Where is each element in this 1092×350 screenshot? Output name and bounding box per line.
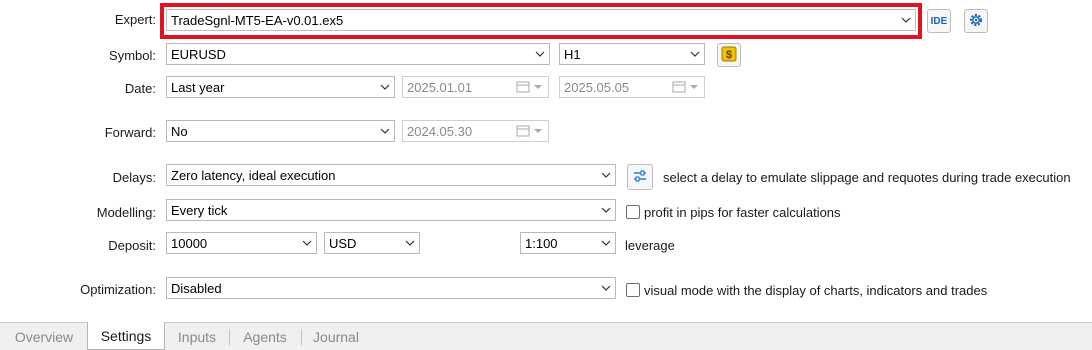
expert-label: Expert:: [114, 12, 156, 27]
delays-label: Delays:: [112, 170, 156, 185]
chevron-down-icon: [376, 121, 394, 141]
leverage-label: leverage: [625, 238, 675, 253]
tab-divider: [229, 329, 230, 345]
tab-journal-label: Journal: [313, 328, 359, 345]
chevron-down-icon: [686, 44, 704, 64]
chevron-down-icon: [597, 165, 615, 185]
date-label: Date:: [124, 81, 156, 96]
leverage-value: 1:100: [525, 235, 558, 251]
optimization-value: Disabled: [171, 280, 222, 296]
date-range-select[interactable]: Last year: [166, 76, 395, 98]
date-to-field[interactable]: 2025.05.05: [559, 76, 705, 98]
date-from-value: 2025.01.01: [407, 79, 473, 95]
chevron-down-icon: [897, 10, 915, 30]
forward-date-value: 2024.05.30: [407, 123, 473, 139]
calendar-icon: [670, 77, 704, 97]
modelling-select[interactable]: Every tick: [166, 199, 616, 221]
forward-select[interactable]: No: [166, 120, 395, 142]
deposit-select[interactable]: 10000: [166, 232, 317, 254]
tab-overview-label: Overview: [14, 328, 74, 345]
bottom-tab-bar: Overview Settings Inputs Agents Journal: [0, 322, 1092, 350]
currency-value: USD: [329, 235, 357, 251]
visual-mode-label: visual mode with the display of charts, …: [644, 283, 988, 298]
modelling-label: Modelling:: [96, 205, 156, 220]
delays-hint: select a delay to emulate slippage and r…: [663, 170, 1071, 185]
forward-date-field[interactable]: 2024.05.30: [402, 120, 549, 142]
delays-value: Zero latency, ideal execution: [171, 167, 336, 183]
calendar-icon: [514, 77, 548, 97]
symbol-label: Symbol:: [109, 48, 156, 63]
calendar-icon: [514, 121, 548, 141]
delay-settings-button[interactable]: [627, 164, 653, 190]
chevron-down-icon: [597, 200, 615, 220]
leverage-select[interactable]: 1:100: [520, 232, 616, 254]
chevron-down-icon: [531, 44, 549, 64]
currency-select[interactable]: USD: [324, 232, 420, 254]
chevron-down-icon: [597, 233, 615, 253]
date-from-field[interactable]: 2025.01.01: [402, 76, 549, 98]
deposit-value: 10000: [171, 235, 208, 251]
tab-agents[interactable]: Agents: [231, 323, 299, 350]
forward-value: No: [171, 123, 188, 139]
tab-divider: [301, 329, 302, 345]
profit-in-pips-checkbox[interactable]: [626, 205, 640, 219]
dollar-coin-icon: $: [721, 46, 737, 65]
expert-select-value: TradeSgnl-MT5-EA-v0.01.ex5: [171, 12, 344, 28]
date-to-value: 2025.05.05: [564, 79, 630, 95]
gear-icon: [968, 12, 984, 31]
tab-settings[interactable]: Settings: [87, 322, 165, 350]
profit-in-pips-label: profit in pips for faster calculations: [644, 205, 841, 220]
deposit-label: Deposit:: [108, 238, 156, 253]
svg-text:$: $: [726, 49, 732, 61]
date-range-value: Last year: [171, 79, 225, 95]
chevron-down-icon: [401, 233, 419, 253]
chevron-down-icon: [376, 77, 394, 97]
settings-gear-button[interactable]: [964, 9, 988, 33]
tab-inputs[interactable]: Inputs: [166, 323, 228, 350]
tab-agents-label: Agents: [243, 328, 287, 345]
delays-select[interactable]: Zero latency, ideal execution: [166, 164, 616, 186]
chevron-down-icon: [597, 278, 615, 298]
tab-journal[interactable]: Journal: [303, 323, 369, 350]
visual-mode-checkbox[interactable]: [626, 283, 640, 297]
expert-select[interactable]: TradeSgnl-MT5-EA-v0.01.ex5: [166, 9, 916, 31]
forward-label: Forward:: [104, 125, 156, 140]
tab-inputs-label: Inputs: [177, 328, 217, 345]
symbol-value: EURUSD: [171, 46, 226, 62]
optimization-select[interactable]: Disabled: [166, 277, 616, 299]
modelling-value: Every tick: [171, 202, 228, 218]
symbol-properties-button[interactable]: $: [717, 43, 741, 67]
timeframe-value: H1: [564, 46, 581, 62]
ide-button[interactable]: IDE: [927, 9, 951, 33]
symbol-select[interactable]: EURUSD: [166, 43, 550, 65]
optimization-label: Optimization:: [80, 282, 156, 297]
tab-settings-label: Settings: [100, 327, 152, 344]
sliders-icon: [632, 168, 648, 187]
chevron-down-icon: [298, 233, 316, 253]
timeframe-select[interactable]: H1: [559, 43, 705, 65]
ide-button-label: IDE: [930, 15, 948, 27]
tab-overview[interactable]: Overview: [4, 323, 84, 350]
